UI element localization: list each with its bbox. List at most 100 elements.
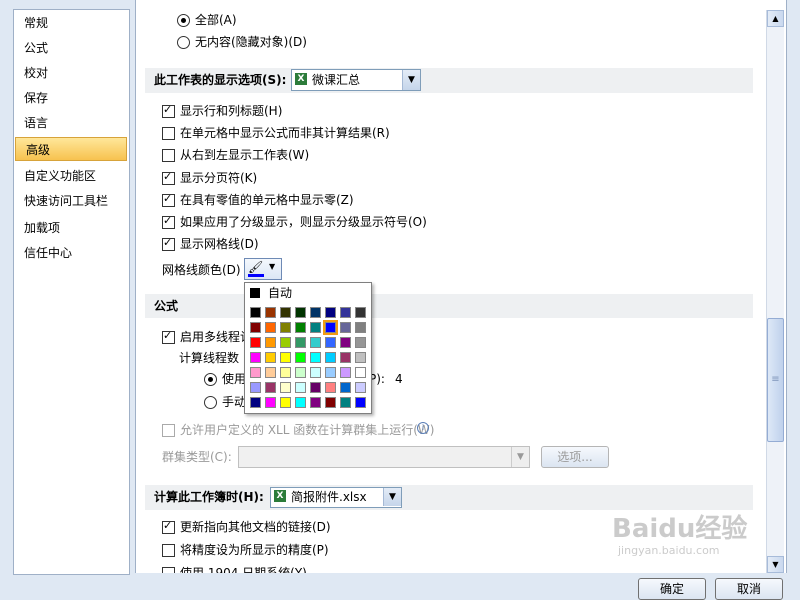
palette-swatch[interactable] [325,352,336,363]
checkbox-show-headers[interactable] [162,101,175,119]
palette-swatch[interactable] [340,382,351,393]
palette-swatch[interactable] [355,337,366,348]
workbook-select-combo[interactable]: X 简报附件.xlsx ▼ [270,487,402,508]
nav-item-language[interactable]: 语言 [14,111,127,135]
palette-swatch[interactable] [310,397,321,408]
palette-swatch[interactable] [295,397,306,408]
palette-swatch[interactable] [355,307,366,318]
checkbox-update-links[interactable] [162,517,175,535]
nav-item-customize-ribbon[interactable]: 自定义功能区 [14,164,127,188]
chevron-down-icon[interactable]: ▼ [383,488,401,506]
sheet-select-combo[interactable]: X 微课汇总 ▼ [291,69,421,91]
palette-swatch[interactable] [280,307,291,318]
palette-swatch[interactable] [355,382,366,393]
palette-swatch[interactable] [355,352,366,363]
palette-swatch[interactable] [280,397,291,408]
palette-swatch[interactable] [355,322,366,333]
palette-swatch[interactable] [280,322,291,333]
palette-swatch[interactable] [295,322,306,333]
palette-swatch[interactable] [250,322,261,333]
gridline-color-button[interactable]: 🖌 ▼ [244,258,282,280]
palette-swatch[interactable] [250,397,261,408]
palette-swatch[interactable] [310,382,321,393]
palette-swatch[interactable] [280,337,291,348]
palette-swatch[interactable] [325,337,336,348]
palette-swatch[interactable] [250,307,261,318]
checkbox-xll-cluster[interactable] [162,424,175,437]
palette-swatch[interactable] [265,352,276,363]
palette-swatch[interactable] [280,367,291,378]
palette-swatch[interactable] [325,397,336,408]
palette-swatch[interactable] [295,382,306,393]
checkbox-multithread[interactable] [162,327,175,345]
palette-swatch[interactable] [310,322,321,333]
nav-item-general[interactable]: 常规 [14,11,127,35]
cluster-type-combo[interactable]: ▼ [238,446,530,468]
nav-item-save[interactable]: 保存 [14,86,127,110]
cluster-options-button[interactable]: 选项... [541,446,609,468]
radio-all[interactable] [177,14,190,27]
palette-swatch[interactable] [265,397,276,408]
palette-swatch[interactable] [325,382,336,393]
palette-swatch[interactable] [340,307,351,318]
nav-item-quick-access-toolbar[interactable]: 快速访问工具栏 [14,189,127,213]
palette-swatch[interactable] [250,337,261,348]
palette-swatch[interactable] [310,307,321,318]
scroll-down-arrow-icon[interactable]: ▼ [767,556,784,573]
checkbox-precision-as-displayed[interactable] [162,544,175,557]
palette-swatch[interactable] [265,337,276,348]
palette-swatch[interactable] [310,337,321,348]
palette-swatch[interactable] [295,352,306,363]
scroll-thumb[interactable]: ≡ [767,318,784,442]
nav-item-proofing[interactable]: 校对 [14,61,127,85]
palette-swatch[interactable] [340,397,351,408]
chevron-down-icon[interactable]: ▼ [402,70,420,90]
palette-swatch[interactable] [340,337,351,348]
palette-swatch[interactable] [265,367,276,378]
info-icon[interactable]: i [417,422,429,434]
palette-swatch[interactable] [280,382,291,393]
palette-swatch[interactable] [310,367,321,378]
chevron-down-icon[interactable]: ▼ [511,447,529,467]
vertical-scrollbar[interactable]: ▲ ≡ ▼ [766,10,784,573]
checkbox-show-gridlines[interactable] [162,234,175,252]
palette-swatch[interactable] [250,367,261,378]
palette-auto-option[interactable]: 自动 [248,286,366,302]
palette-swatch[interactable] [295,337,306,348]
checkbox-show-zero[interactable] [162,190,175,208]
nav-item-advanced[interactable]: 高级 [15,137,127,161]
radio-use-all-processors[interactable] [204,373,217,386]
palette-swatch[interactable] [250,382,261,393]
checkbox-right-to-left[interactable] [162,149,175,162]
checkbox-page-breaks[interactable] [162,168,175,186]
palette-swatch[interactable] [265,322,276,333]
checkbox-1904-date-system[interactable] [162,567,175,573]
palette-swatch[interactable] [250,352,261,363]
option-label: 显示行和列标题(H) [180,104,283,118]
workbook-section-header: 计算此工作簿时(H): [145,485,753,510]
checkbox-show-formulas[interactable] [162,127,175,140]
palette-swatch[interactable] [340,367,351,378]
nav-item-formulas[interactable]: 公式 [14,36,127,60]
palette-swatch[interactable] [323,320,338,335]
palette-swatch[interactable] [310,352,321,363]
checkbox-outline-symbols[interactable] [162,212,175,230]
palette-swatch[interactable] [265,307,276,318]
nav-item-add-ins[interactable]: 加载项 [14,216,127,240]
palette-swatch[interactable] [295,307,306,318]
palette-swatch[interactable] [325,307,336,318]
radio-none[interactable] [177,36,190,49]
palette-swatch[interactable] [325,367,336,378]
palette-swatch[interactable] [265,382,276,393]
palette-swatch[interactable] [340,352,351,363]
radio-label: 手动 [222,395,247,409]
palette-swatch[interactable] [355,367,366,378]
sheet-display-section-header: 此工作表的显示选项(S): [145,68,753,93]
palette-swatch[interactable] [295,367,306,378]
palette-swatch[interactable] [355,397,366,408]
nav-item-trust-center[interactable]: 信任中心 [14,241,127,265]
radio-manual[interactable] [204,396,217,409]
scroll-up-arrow-icon[interactable]: ▲ [767,10,784,27]
palette-swatch[interactable] [340,322,351,333]
palette-swatch[interactable] [280,352,291,363]
